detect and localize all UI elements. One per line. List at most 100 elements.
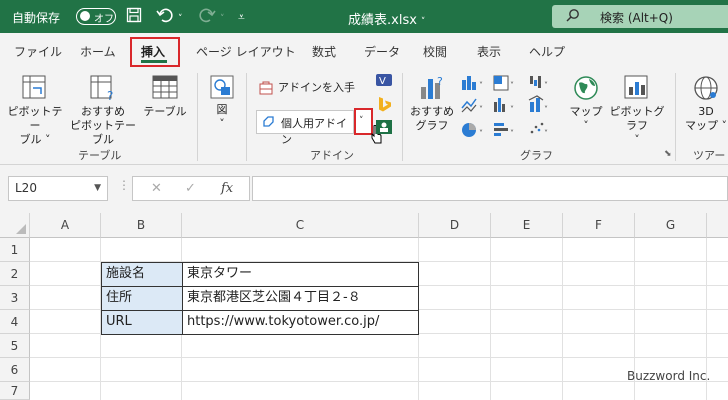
name-box[interactable]: L20 ▼ <box>8 176 108 201</box>
get-addins-button[interactable]: アドインを入手 <box>258 79 355 96</box>
title-bar: 自動保存 オフ ˅ ˅ ⩡ 成績表.xlsx ˅ 検索 (Alt+Q) <box>0 0 728 33</box>
svg-text:?: ? <box>107 89 113 103</box>
ribbon: ピボットテー ブル ˅ ? おすすめ ピボットテーブル テーブル テーブル 図 ˅ ア… <box>0 67 728 165</box>
svg-text:˅: ˅ <box>544 129 548 138</box>
file-name[interactable]: 成績表.xlsx ˅ <box>348 9 425 28</box>
cell-c4[interactable]: https://www.tokyotower.co.jp/ <box>182 310 419 335</box>
recommended-chart-icon: ? <box>421 75 443 99</box>
column-header[interactable]: B <box>101 213 182 238</box>
group-separator <box>675 73 676 161</box>
combo-chart-icon: ˅ <box>528 95 548 114</box>
people-graph-icon <box>376 120 392 134</box>
watermark: Buzzword Inc. <box>627 369 711 383</box>
hierarchy-chart-icon: ˅ <box>493 75 514 91</box>
table-icon <box>152 75 178 99</box>
tab-file[interactable]: ファイル <box>14 43 62 60</box>
svg-text:˅: ˅ <box>479 129 483 138</box>
line-chart-icon: ˅ <box>461 98 483 114</box>
svg-text:˅: ˅ <box>544 105 548 114</box>
tab-data[interactable]: データ <box>364 43 400 60</box>
row-header[interactable]: 4 <box>0 310 30 334</box>
column-header[interactable] <box>707 213 728 238</box>
enter-icon[interactable]: ✓ <box>185 181 196 196</box>
tour-group-label: ツアー <box>693 149 726 162</box>
search-box[interactable]: 検索 (Alt+Q) <box>552 5 728 28</box>
undo-dropdown-icon[interactable]: ˅ <box>178 10 183 28</box>
row-header[interactable]: 1 <box>0 238 30 262</box>
active-tab-underline <box>141 60 167 63</box>
tab-home[interactable]: ホーム <box>80 43 116 60</box>
formula-bar: L20 ▼ ⋮ ✕ ✓ fx <box>0 165 728 213</box>
save-icon[interactable] <box>126 7 142 27</box>
my-addins-button[interactable]: 個人用アドイン <box>256 110 354 146</box>
recommended-pivot-button[interactable]: ? おすすめ ピボットテーブル <box>66 73 140 147</box>
bar-chart-icon: ˅ <box>494 123 514 138</box>
svg-text:V: V <box>379 76 386 87</box>
3d-map-button[interactable]: 3D マップ ˅ <box>684 73 728 133</box>
cell-c2[interactable]: 東京タワー <box>182 262 419 287</box>
row-header[interactable]: 7 <box>0 382 30 400</box>
row-header[interactable]: 2 <box>0 262 30 286</box>
column-header[interactable]: G <box>635 213 707 238</box>
chart-group-label: グラフ <box>520 149 553 162</box>
illustrations-button[interactable]: 図 ˅ <box>204 73 240 131</box>
autosave-toggle[interactable]: オフ <box>76 8 116 25</box>
row-header[interactable]: 6 <box>0 358 30 382</box>
table-group-label: テーブル <box>78 149 122 162</box>
cell-b3[interactable]: 住所 <box>101 286 183 311</box>
worksheet-grid[interactable]: A B C D E F G 1 2 3 4 5 6 7 施設名 東京タワー 住所… <box>0 213 728 400</box>
insert-function-icon[interactable]: fx <box>221 181 233 196</box>
column-header[interactable]: C <box>182 213 419 238</box>
formula-input[interactable] <box>252 176 728 201</box>
svg-text:˅: ˅ <box>479 81 483 90</box>
autosave-state: オフ <box>94 14 114 25</box>
svg-text:˅: ˅ <box>510 105 514 114</box>
statistic-chart-icon: ˅ <box>494 98 514 114</box>
dialog-launcher-icon[interactable]: ⬊ <box>664 149 672 159</box>
table-button[interactable]: テーブル <box>142 73 188 119</box>
svg-text:˅: ˅ <box>544 81 548 90</box>
tab-view[interactable]: 表示 <box>477 43 501 60</box>
visio-button[interactable]: V <box>375 71 393 93</box>
cell-b4[interactable]: URL <box>101 310 183 335</box>
column-header[interactable]: F <box>563 213 635 238</box>
select-all-corner[interactable] <box>0 213 30 238</box>
addin-group-label: アドイン <box>310 149 354 162</box>
people-graph-button[interactable] <box>375 118 393 140</box>
search-icon <box>566 8 580 26</box>
svg-text:˅: ˅ <box>479 105 483 114</box>
bing-maps-button[interactable] <box>375 95 393 117</box>
pivot-table-button[interactable]: ピボットテー ブル ˅ <box>4 73 66 147</box>
map-chart-button[interactable]: マップ ˅ <box>566 73 606 133</box>
cell-b2[interactable]: 施設名 <box>101 262 183 287</box>
tab-help[interactable]: ヘルプ <box>529 43 565 60</box>
cancel-icon[interactable]: ✕ <box>151 181 162 196</box>
3d-globe-icon <box>694 76 718 100</box>
undo-icon[interactable] <box>156 7 174 27</box>
tab-review[interactable]: 校閲 <box>423 43 447 60</box>
shapes-icon <box>210 75 234 99</box>
chart-type-gallery[interactable]: ˅ ˅ ˅ ˅ ˅ ˅ ˅ ˅ ˅ <box>460 72 570 142</box>
tab-formulas[interactable]: 数式 <box>312 43 336 60</box>
cell-c3[interactable]: 東京都港区芝公園４丁目２-８ <box>182 286 419 311</box>
tab-page-layout[interactable]: ページ レイアウト <box>196 43 296 60</box>
column-chart-icon: ˅ <box>462 76 483 90</box>
pivot-chart-button[interactable]: ピボットグラフ ˅ <box>606 73 668 147</box>
redo-dropdown-icon[interactable]: ˅ <box>220 10 225 28</box>
row-header[interactable]: 3 <box>0 286 30 310</box>
scatter-chart-icon: ˅ <box>530 122 548 138</box>
store-icon <box>259 81 273 95</box>
chevron-down-icon[interactable]: ▼ <box>94 183 101 193</box>
recommended-charts-button[interactable]: ? おすすめ グラフ <box>408 73 456 133</box>
column-header[interactable]: E <box>491 213 563 238</box>
customize-icon[interactable]: ⩡ <box>238 8 245 26</box>
grid-line <box>490 238 491 400</box>
svg-text:˅: ˅ <box>510 81 514 90</box>
redo-icon[interactable] <box>198 7 216 27</box>
svg-text:?: ? <box>437 75 443 88</box>
formula-buttons: ✕ ✓ fx <box>132 176 250 201</box>
row-header[interactable]: 5 <box>0 334 30 358</box>
drag-handle-icon[interactable]: ⋮ <box>118 178 130 192</box>
column-header[interactable]: D <box>419 213 491 238</box>
column-header[interactable]: A <box>30 213 101 238</box>
